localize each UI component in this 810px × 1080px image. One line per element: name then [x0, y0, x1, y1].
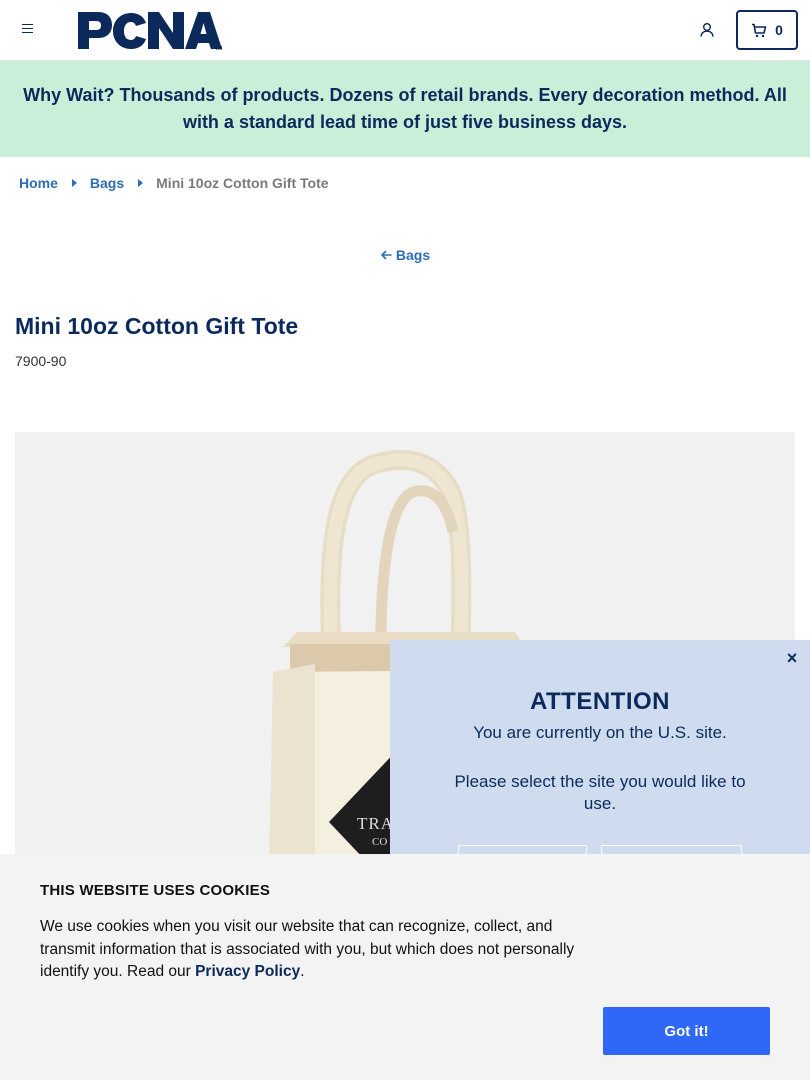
site-select-modal: × ATTENTION You are currently on the U.S… — [390, 640, 810, 885]
cart-count: 0 — [775, 22, 783, 38]
pcna-logo[interactable]: TM — [76, 10, 224, 52]
back-link-label: Bags — [395, 247, 431, 263]
cookie-banner: THIS WEBSITE USES COOKIES We use cookies… — [0, 854, 810, 1080]
breadcrumb-caret-icon — [71, 179, 77, 187]
back-to-bags-link[interactable]: Bags — [380, 247, 430, 263]
print-text-2: CO — [372, 836, 387, 848]
product-sku: 7900-90 — [15, 353, 67, 369]
promo-text: Why Wait? Thousands of products. Dozens … — [23, 85, 787, 132]
cart-button[interactable]: 0 — [736, 10, 798, 50]
attention-title: ATTENTION — [529, 688, 671, 715]
print-text-1: TRA — [357, 814, 394, 833]
menu-icon[interactable] — [19, 21, 37, 39]
close-icon[interactable]: × — [784, 648, 800, 668]
breadcrumb-current: Mini 10oz Cotton Gift Tote — [156, 175, 329, 191]
back-link-wrapper: Bags — [0, 247, 810, 263]
account-icon[interactable] — [698, 21, 716, 39]
arrow-left-icon — [381, 250, 392, 260]
cookie-text-end: . — [300, 963, 305, 980]
cookie-text: We use cookies when you visit our websit… — [40, 916, 600, 984]
breadcrumb-bags[interactable]: Bags — [90, 175, 124, 191]
site-header: TM 0 — [0, 0, 810, 61]
attention-current-site: You are currently on the U.S. site. — [473, 723, 727, 742]
cookie-title: THIS WEBSITE USES COOKIES — [40, 882, 271, 899]
trademark-mark: TM — [215, 46, 222, 52]
product-title: Mini 10oz Cotton Gift Tote — [15, 313, 299, 339]
breadcrumb-caret-icon — [138, 179, 144, 187]
breadcrumb: Home Bags Mini 10oz Cotton Gift Tote — [19, 175, 329, 191]
promo-banner: Why Wait? Thousands of products. Dozens … — [0, 61, 810, 157]
privacy-policy-link[interactable]: Privacy Policy — [195, 963, 300, 980]
cookie-text-body: We use cookies when you visit our websit… — [40, 918, 575, 980]
attention-instruction: Please select the site you would like to… — [454, 772, 746, 813]
accept-cookies-button[interactable]: Got it! — [603, 1007, 770, 1055]
cart-icon — [752, 23, 767, 37]
breadcrumb-home[interactable]: Home — [19, 175, 58, 191]
